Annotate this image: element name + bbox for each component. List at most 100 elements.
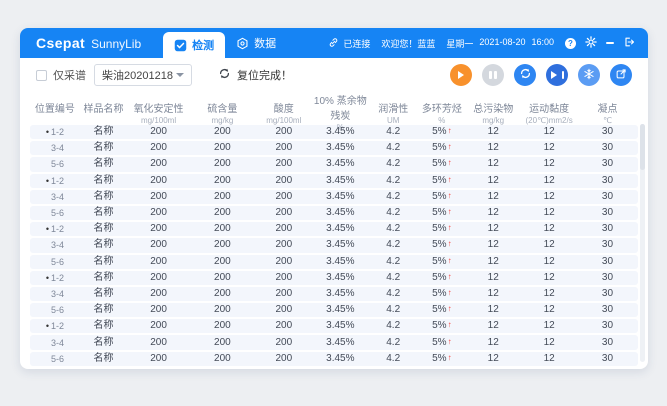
pah-alert-up-icon: ↑ <box>448 239 452 248</box>
table-row[interactable]: •1-2 名称 200 200 200 3.45% 4.2 5%↑ 12 12 … <box>30 125 638 139</box>
cell-total-contaminants: 12 <box>465 141 521 155</box>
cell-position: •1-2 <box>30 125 80 139</box>
app-window: Csepat SunnyLib 检测 数据 已连接 <box>20 28 648 369</box>
cell-pah: 5%↑ <box>418 190 465 204</box>
cell-carbon-residue: 3.45% <box>313 287 368 301</box>
column-label: 运动黏度 <box>521 100 577 115</box>
table-row[interactable]: •1-2 名称 200 200 200 3.45% 4.2 5%↑ 12 12 … <box>30 174 638 188</box>
table-row[interactable]: •3-4 名称 200 200 200 3.45% 4.2 5%↑ 12 12 … <box>30 335 638 349</box>
cell-carbon-residue: 3.45% <box>313 141 368 155</box>
table-row[interactable]: •5-6 名称 200 200 200 3.45% 4.2 5%↑ 12 12 … <box>30 255 638 269</box>
column-header[interactable]: 总污染物 mg/kg <box>465 100 521 125</box>
cell-sample-name: 名称 <box>80 206 127 220</box>
column-label: 凝点 <box>577 100 638 115</box>
cell-sample-name: 名称 <box>80 352 127 366</box>
pah-alert-up-icon: ↑ <box>448 288 452 297</box>
column-header[interactable]: 运动黏度 (20℃)mm2/s <box>521 100 577 125</box>
cell-total-contaminants: 12 <box>465 319 521 333</box>
cell-sample-name: 名称 <box>80 336 127 350</box>
cell-sulfur-content: 200 <box>190 174 255 188</box>
scrollbar-thumb[interactable] <box>640 124 645 170</box>
cell-sample-name: 名称 <box>80 287 127 301</box>
cell-position: •3-4 <box>30 190 80 204</box>
skip-next-button[interactable] <box>546 64 568 86</box>
cell-sulfur-content: 200 <box>190 157 255 171</box>
cell-total-contaminants: 12 <box>465 271 521 285</box>
exit-icon[interactable] <box>623 36 635 50</box>
table-row[interactable]: •5-6 名称 200 200 200 3.45% 4.2 5%↑ 12 12 … <box>30 303 638 317</box>
gear-icon[interactable] <box>585 36 597 50</box>
cell-sulfur-content: 200 <box>190 141 255 155</box>
cell-oxidation-stability: 200 <box>127 303 190 317</box>
column-header[interactable]: 润滑性 UM <box>368 100 418 125</box>
table-row[interactable]: •3-4 名称 200 200 200 3.45% 4.2 5%↑ 12 12 … <box>30 287 638 301</box>
tab-data[interactable]: 数据 <box>225 28 287 58</box>
pause-button[interactable] <box>482 64 504 86</box>
column-label: 总污染物 <box>465 100 521 115</box>
table-row[interactable]: •5-6 名称 200 200 200 3.45% 4.2 5%↑ 12 12 … <box>30 206 638 220</box>
link-icon <box>328 37 339 50</box>
cell-pah: 5%↑ <box>418 287 465 301</box>
cell-freezing-point: 30 <box>577 206 638 220</box>
table-row[interactable]: •3-4 名称 200 200 200 3.45% 4.2 5%↑ 12 12 … <box>30 190 638 204</box>
table-row[interactable]: •1-2 名称 200 200 200 3.45% 4.2 5%↑ 12 12 … <box>30 271 638 285</box>
cell-oxidation-stability: 200 <box>127 287 190 301</box>
column-label: 酸度 <box>255 100 313 115</box>
cell-acidity: 200 <box>255 255 313 269</box>
date: 2021-08-20 <box>479 37 525 50</box>
table-row[interactable]: •3-4 名称 200 200 200 3.45% 4.2 5%↑ 12 12 … <box>30 238 638 252</box>
cell-oxidation-stability: 200 <box>127 190 190 204</box>
column-header[interactable]: 凝点 ℃ <box>577 100 638 125</box>
cell-total-contaminants: 12 <box>465 255 521 269</box>
cell-total-contaminants: 12 <box>465 336 521 350</box>
cell-freezing-point: 30 <box>577 238 638 252</box>
cell-oxidation-stability: 200 <box>127 141 190 155</box>
cell-total-contaminants: 12 <box>465 303 521 317</box>
freeze-button[interactable] <box>578 64 600 86</box>
reset-icon[interactable] <box>218 67 231 83</box>
minimize-icon[interactable] <box>606 42 614 44</box>
table-row[interactable]: •5-6 名称 200 200 200 3.45% 4.2 5%↑ 12 12 … <box>30 157 638 171</box>
cell-kinematic-viscosity: 12 <box>521 287 577 301</box>
cell-freezing-point: 30 <box>577 255 638 269</box>
pah-alert-up-icon: ↑ <box>448 207 452 216</box>
cell-sample-name: 名称 <box>80 222 127 236</box>
cell-pah: 5%↑ <box>418 271 465 285</box>
brand-secondary: SunnyLib <box>91 37 141 51</box>
cell-oxidation-stability: 200 <box>127 157 190 171</box>
table-row[interactable]: •3-4 名称 200 200 200 3.45% 4.2 5%↑ 12 12 … <box>30 141 638 155</box>
cell-oxidation-stability: 200 <box>127 352 190 366</box>
help-icon[interactable]: ? <box>565 38 576 49</box>
column-header[interactable]: 氧化安定性 mg/100ml <box>127 100 190 125</box>
column-header[interactable]: 位置编号 <box>30 100 80 124</box>
column-header[interactable]: 酸度 mg/100ml <box>255 100 313 125</box>
table-row[interactable]: •5-6 名称 200 200 200 3.45% 4.2 5%↑ 12 12 … <box>30 352 638 366</box>
sync-button[interactable] <box>514 64 536 86</box>
tab-detection[interactable]: 检测 <box>163 32 225 58</box>
column-header[interactable]: 硫含量 mg/kg <box>190 100 255 125</box>
table-row[interactable]: •1-2 名称 200 200 200 3.45% 4.2 5%↑ 12 12 … <box>30 319 638 333</box>
cell-oxidation-stability: 200 <box>127 238 190 252</box>
cell-total-contaminants: 12 <box>465 125 521 139</box>
profile-select[interactable]: 柴油20201218 <box>94 64 192 86</box>
column-header[interactable]: 多环芳烃 % <box>418 100 465 125</box>
cell-pah: 5%↑ <box>418 125 465 139</box>
cell-position: •1-2 <box>30 319 80 333</box>
active-row-bullet: • <box>46 127 49 137</box>
export-button[interactable] <box>610 64 632 86</box>
cell-sample-name: 名称 <box>80 157 127 171</box>
column-header[interactable]: 样品名称 <box>80 100 127 124</box>
brand-primary: Csepat <box>36 35 85 51</box>
cell-oxidation-stability: 200 <box>127 336 190 350</box>
pah-alert-up-icon: ↑ <box>448 320 452 329</box>
table-scrollbar[interactable] <box>640 124 645 362</box>
cell-pah: 5%↑ <box>418 319 465 333</box>
table-row[interactable]: •1-2 名称 200 200 200 3.45% 4.2 5%↑ 12 12 … <box>30 222 638 236</box>
cell-freezing-point: 30 <box>577 141 638 155</box>
cell-lubricity: 4.2 <box>368 319 418 333</box>
cell-acidity: 200 <box>255 157 313 171</box>
cell-carbon-residue: 3.45% <box>313 303 368 317</box>
spectrum-only-checkbox[interactable] <box>36 70 47 81</box>
play-button[interactable] <box>450 64 472 86</box>
cell-pah: 5%↑ <box>418 174 465 188</box>
